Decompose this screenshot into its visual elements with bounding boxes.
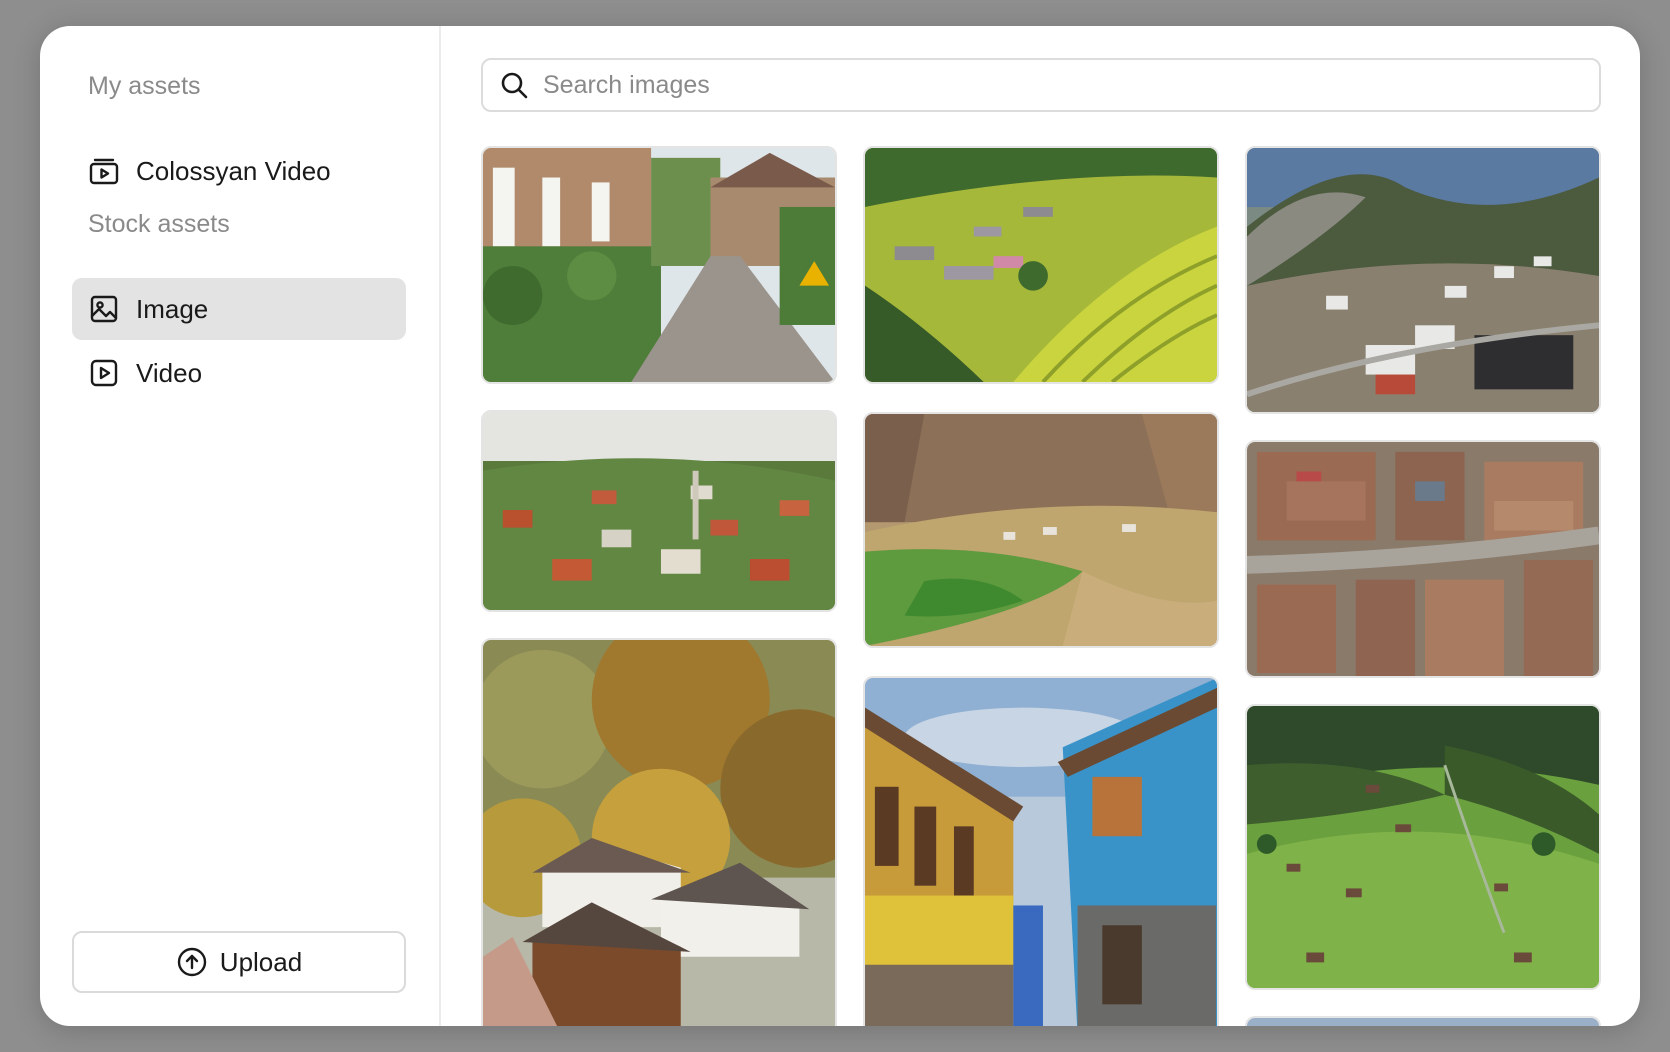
image-icon bbox=[88, 293, 120, 325]
autumn-alpine-village-photo bbox=[483, 640, 835, 1026]
partial-landscape-photo bbox=[1247, 1018, 1599, 1026]
mountain-village-aerial-photo bbox=[1247, 148, 1599, 412]
sidebar-item-label: Image bbox=[136, 293, 209, 324]
my-assets-heading: My assets bbox=[88, 72, 201, 100]
image-thumbnail-alpine-meadow[interactable] bbox=[1245, 704, 1601, 990]
asset-picker-modal: My assets Colossyan Video Stock assets I… bbox=[40, 26, 1640, 1026]
video-icon bbox=[88, 357, 120, 389]
rooftops-aerial-photo bbox=[1247, 442, 1599, 676]
search-input[interactable] bbox=[541, 69, 1599, 101]
sidebar-item-image[interactable]: Image bbox=[72, 278, 406, 340]
canyon-valley-photo bbox=[865, 414, 1217, 646]
search-bar[interactable] bbox=[481, 58, 1601, 112]
image-thumbnail-partial[interactable] bbox=[1245, 1016, 1601, 1026]
sidebar-item-colossyan-video[interactable]: Colossyan Video bbox=[72, 140, 406, 202]
village-street-photo bbox=[483, 148, 835, 382]
rice-terraces-photo bbox=[865, 148, 1217, 382]
hillside-town-photo bbox=[483, 412, 835, 610]
image-thumbnail-mountain-village[interactable] bbox=[1245, 146, 1601, 414]
image-browser bbox=[441, 26, 1640, 1026]
sidebar-item-video[interactable]: Video bbox=[72, 342, 406, 404]
image-thumbnail-colorful-houses[interactable] bbox=[863, 676, 1219, 1026]
image-thumbnail-hillside-town[interactable] bbox=[481, 410, 837, 612]
blue-yellow-houses-photo bbox=[865, 678, 1217, 1026]
image-thumbnail-canyon-valley[interactable] bbox=[863, 412, 1219, 648]
sidebar: My assets Colossyan Video Stock assets I… bbox=[40, 26, 441, 1026]
image-thumbnail-autumn-village[interactable] bbox=[481, 638, 837, 1026]
upload-arrow-icon bbox=[176, 946, 208, 978]
sidebar-item-label: Video bbox=[136, 357, 203, 388]
upload-button[interactable]: Upload bbox=[72, 931, 406, 993]
image-thumbnail-village-street[interactable] bbox=[481, 146, 837, 384]
sidebar-item-label: Colossyan Video bbox=[136, 155, 331, 186]
image-thumbnail-rice-terraces[interactable] bbox=[863, 146, 1219, 384]
image-thumbnail-rooftops-aerial[interactable] bbox=[1245, 440, 1601, 678]
video-folder-icon bbox=[88, 155, 120, 187]
green-alpine-meadow-photo bbox=[1247, 706, 1599, 988]
upload-label: Upload bbox=[219, 946, 303, 977]
search-icon bbox=[499, 70, 529, 100]
stock-assets-heading: Stock assets bbox=[88, 210, 230, 238]
